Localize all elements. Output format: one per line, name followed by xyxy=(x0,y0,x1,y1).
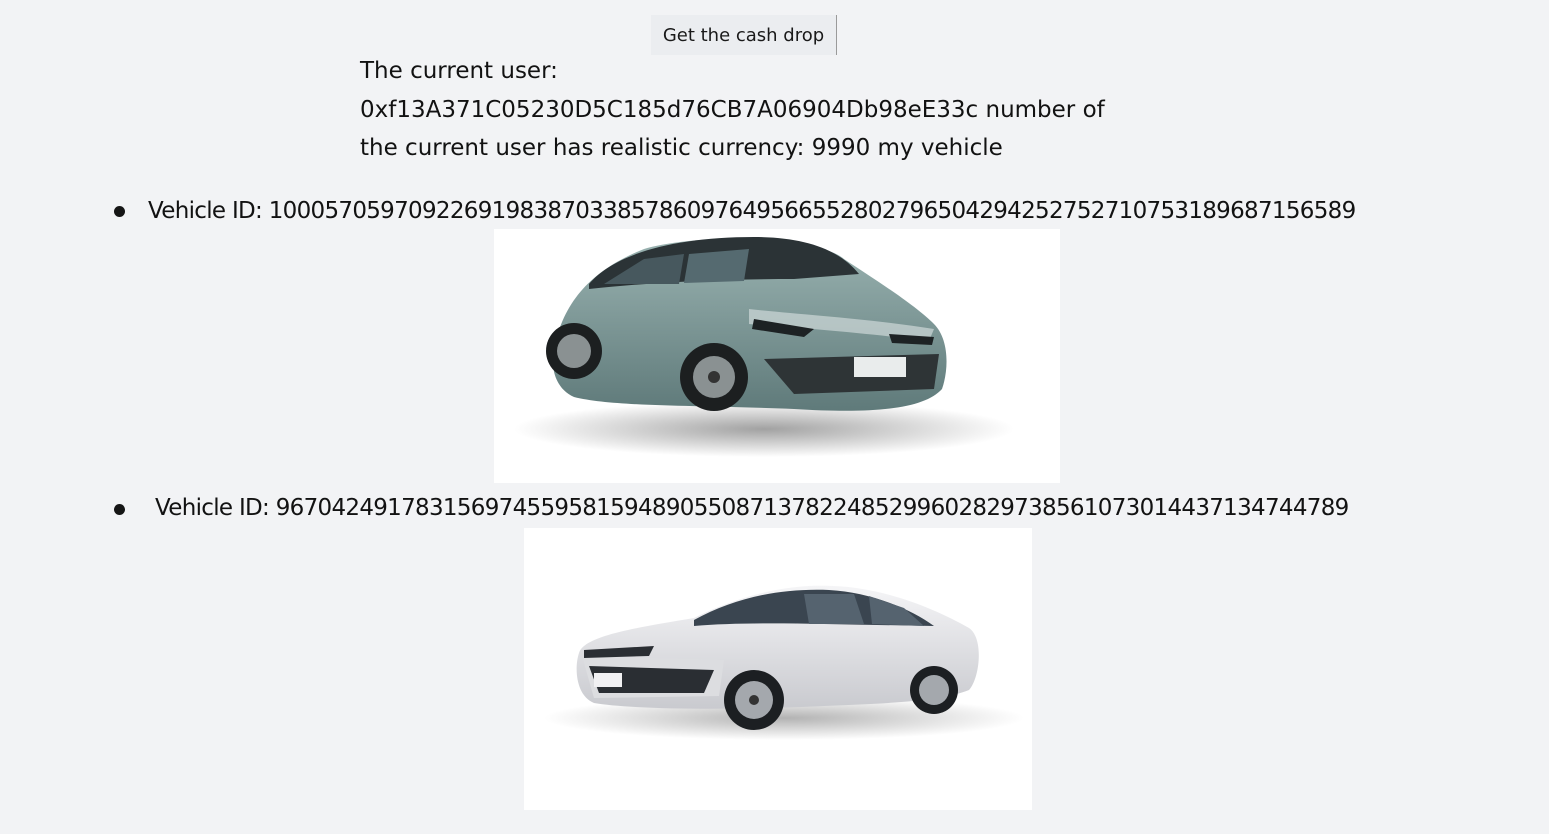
get-cash-drop-button[interactable]: Get the cash drop xyxy=(651,15,837,55)
vehicle-id-2: Vehicle ID: 9670424917831569745595815948… xyxy=(155,495,1349,521)
user-info-line-1: The current user: xyxy=(360,58,558,84)
vehicle-image-1 xyxy=(494,229,1060,483)
vehicle-id-1: Vehicle ID: 1000570597092269198387033857… xyxy=(148,198,1356,224)
user-info-line-3: the current user has realistic currency:… xyxy=(360,135,1003,161)
user-info-line-2: 0xf13A371C05230D5C185d76CB7A06904Db98eE3… xyxy=(360,96,1105,123)
white-sedan-icon xyxy=(544,585,1024,740)
teal-suv-icon xyxy=(514,237,1014,457)
vehicle-image-2 xyxy=(524,528,1032,810)
list-bullet-icon xyxy=(114,504,125,515)
current-user-info: The current user: 0xf13A371C05230D5C185d… xyxy=(360,52,1140,168)
list-bullet-icon xyxy=(114,206,125,217)
